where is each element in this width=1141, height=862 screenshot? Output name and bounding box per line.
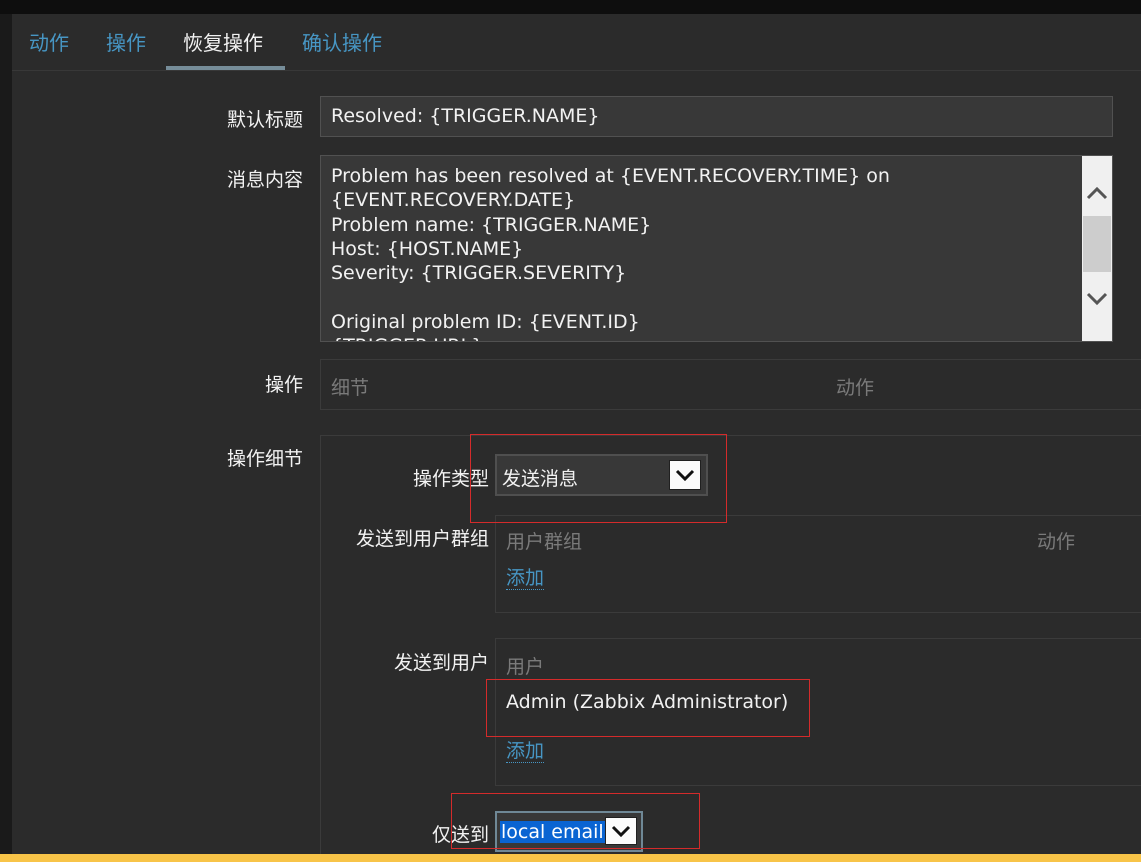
add-user-link[interactable]: 添加 <box>506 740 545 763</box>
send-to-groups-label: 发送到用户群组 <box>355 528 489 550</box>
chevron-down-icon[interactable] <box>1082 284 1112 314</box>
send-only-to-select[interactable]: local email <box>495 811 643 852</box>
tab-recovery-operations[interactable]: 恢复操作 <box>183 27 263 56</box>
scroll-thumb[interactable] <box>1083 216 1111 272</box>
chevron-down-icon[interactable] <box>669 460 701 490</box>
chevron-down-icon[interactable] <box>605 817 637 845</box>
default-subject-label: 默认标题 <box>226 109 303 131</box>
message-textarea[interactable]: Problem has been resolved at {EVENT.RECO… <box>320 155 1113 342</box>
user-row-admin: Admin (Zabbix Administrator) <box>506 691 789 713</box>
chevron-up-icon[interactable] <box>1082 178 1112 208</box>
send-only-to-label: 仅送到 <box>431 824 489 846</box>
groups-col-action: 动作 <box>1037 531 1076 553</box>
recovery-operations-panel: 动作 操作 恢复操作 确认操作 默认标题 Resolved: {TRIGGER.… <box>12 14 1141 854</box>
operations-label: 操作 <box>264 374 303 396</box>
message-text: Problem has been resolved at {EVENT.RECO… <box>331 165 890 341</box>
message-label: 消息内容 <box>226 169 303 191</box>
operation-type-label: 操作类型 <box>412 468 489 490</box>
operation-type-value: 发送消息 <box>502 468 579 490</box>
users-table: 用户 Admin (Zabbix Administrator) 添加 <box>495 638 1141 786</box>
operation-type-select[interactable]: 发送消息 <box>495 454 708 496</box>
operation-details-box: 操作类型 发送消息 发送到用户群组 用户群组 动作 添加 发送到用户 用户 Ad… <box>320 435 1141 854</box>
users-col-user: 用户 <box>506 656 545 678</box>
user-groups-table: 用户群组 动作 添加 <box>495 515 1141 613</box>
send-to-users-label: 发送到用户 <box>393 652 489 674</box>
tab-acknowledge-operations[interactable]: 确认操作 <box>302 27 382 56</box>
tab-operations[interactable]: 操作 <box>106 27 146 56</box>
operation-details-label: 操作细节 <box>226 448 303 470</box>
send-only-to-value: local email <box>500 821 605 843</box>
operations-table: 细节 动作 <box>320 359 1141 410</box>
operations-col-action: 动作 <box>836 377 875 399</box>
operations-col-details: 细节 <box>331 377 370 399</box>
bottom-strip <box>0 854 1141 862</box>
add-user-group-link[interactable]: 添加 <box>506 567 545 590</box>
active-tab-indicator <box>166 66 285 70</box>
top-strip <box>0 0 1141 14</box>
tab-bar: 动作 操作 恢复操作 确认操作 <box>12 14 1141 71</box>
default-subject-value: Resolved: {TRIGGER.NAME} <box>331 105 600 127</box>
groups-col-group: 用户群组 <box>506 531 583 553</box>
default-subject-input[interactable]: Resolved: {TRIGGER.NAME} <box>320 96 1113 137</box>
tab-action[interactable]: 动作 <box>29 27 69 56</box>
message-scrollbar[interactable] <box>1082 156 1112 341</box>
